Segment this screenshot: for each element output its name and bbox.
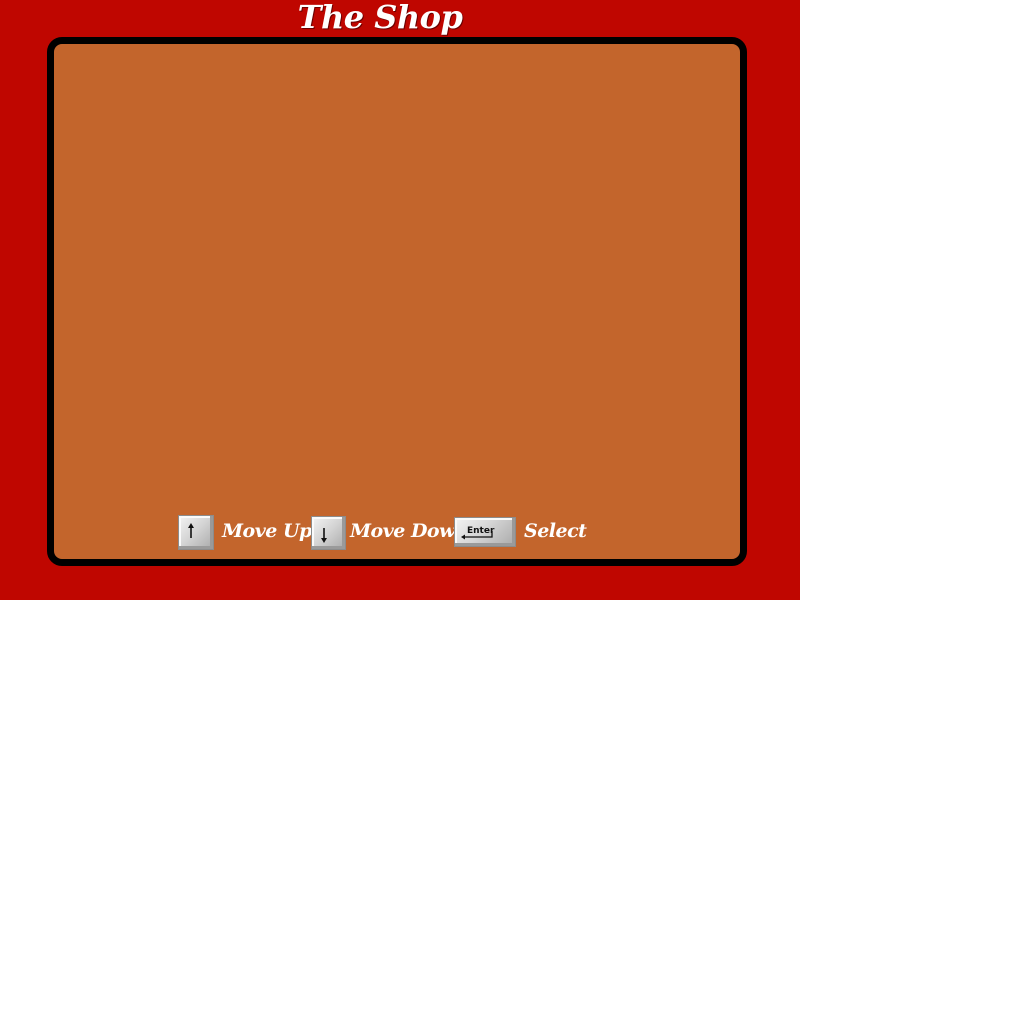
game-screen: The Shop Move Up Move Down Enter Select bbox=[0, 0, 800, 600]
enter-key-text: Enter bbox=[467, 526, 495, 536]
shop-title: The Shop bbox=[297, 0, 463, 36]
shop-panel bbox=[47, 37, 747, 566]
arrow-up-key-icon bbox=[178, 515, 214, 550]
arrow-down-key-icon bbox=[311, 516, 346, 550]
enter-key-icon: Enter bbox=[454, 517, 516, 547]
